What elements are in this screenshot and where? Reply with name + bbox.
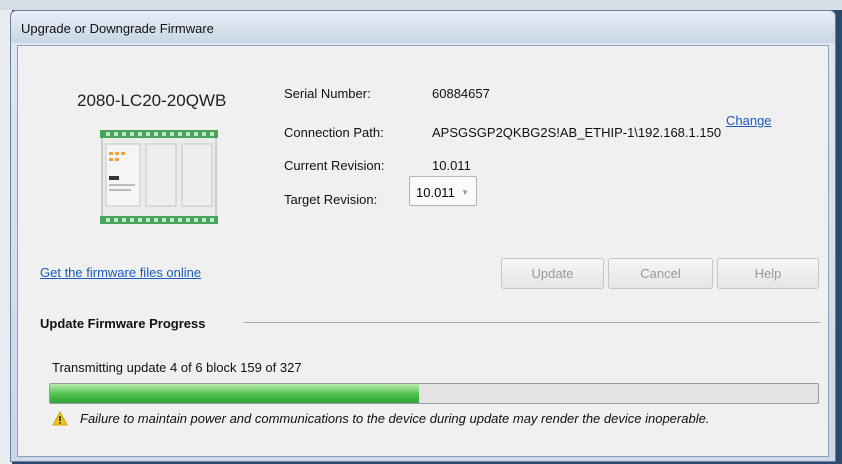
controller-device-image (100, 130, 218, 224)
help-button[interactable]: Help (717, 258, 819, 289)
dialog-title: Upgrade or Downgrade Firmware (21, 21, 214, 36)
warning-icon (52, 411, 68, 426)
current-revision-value: 10.011 (432, 158, 471, 173)
warning-message: Failure to maintain power and communicat… (80, 411, 710, 426)
cancel-button[interactable]: Cancel (608, 258, 713, 289)
target-revision-label: Target Revision: (284, 192, 378, 207)
serial-number-value: 60884657 (432, 86, 490, 101)
progress-status-text: Transmitting update 4 of 6 block 159 of … (52, 360, 302, 375)
update-button[interactable]: Update (501, 258, 604, 289)
chevron-down-icon: ▼ (461, 188, 469, 197)
section-divider (244, 322, 820, 323)
target-revision-select[interactable]: 10.011 ▼ (409, 176, 477, 206)
progress-fill (50, 384, 419, 403)
firmware-progress-bar (49, 383, 819, 404)
serial-number-label: Serial Number: (284, 86, 371, 101)
current-revision-label: Current Revision: (284, 158, 385, 173)
connection-path-value: APSGSGP2QKBG2S!AB_ETHIP-1\192.168.1.150 (432, 125, 722, 140)
progress-section-title: Update Firmware Progress (40, 316, 206, 331)
change-link[interactable]: Change (726, 113, 772, 128)
title-bar[interactable]: Upgrade or Downgrade Firmware (11, 11, 835, 43)
device-model: 2080-LC20-20QWB (77, 91, 227, 110)
get-firmware-link[interactable]: Get the firmware files online (40, 265, 201, 280)
target-revision-value: 10.011 (416, 185, 455, 200)
connection-path-label: Connection Path: (284, 125, 384, 140)
background-top (0, 0, 842, 10)
